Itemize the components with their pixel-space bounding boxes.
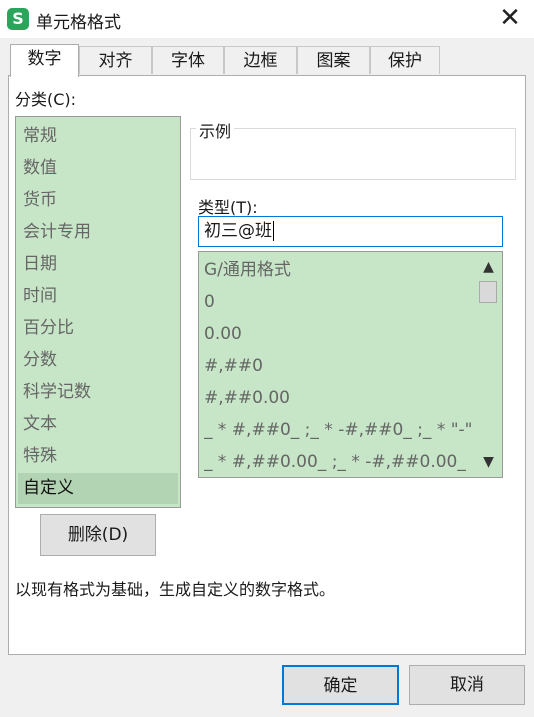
type-input[interactable]: 初三@班 bbox=[198, 216, 503, 247]
category-label: 分类(C): bbox=[15, 90, 77, 109]
title-bar: S 单元格格式 ✕ bbox=[0, 0, 534, 38]
description-text: 以现有格式为基础，生成自定义的数字格式。 bbox=[15, 580, 336, 599]
category-item[interactable]: 科学记数 bbox=[18, 377, 178, 408]
type-label: 类型(T): bbox=[198, 198, 258, 217]
category-item[interactable]: 分数 bbox=[18, 345, 178, 376]
text-caret bbox=[273, 221, 274, 241]
format-item[interactable]: #,##0 bbox=[204, 350, 472, 382]
type-input-value: 初三@班 bbox=[204, 221, 272, 241]
tab-alignment[interactable]: 对齐 bbox=[79, 46, 152, 74]
scroll-down-icon[interactable]: ▼ bbox=[475, 450, 502, 474]
category-item-selected[interactable]: 自定义 bbox=[18, 473, 178, 504]
category-item[interactable]: 日期 bbox=[18, 249, 178, 280]
tab-border[interactable]: 边框 bbox=[224, 46, 297, 74]
category-item[interactable]: 数值 bbox=[18, 153, 178, 184]
sample-label: 示例 bbox=[196, 118, 235, 142]
category-item[interactable]: 特殊 bbox=[18, 441, 178, 472]
scroll-up-icon[interactable]: ▲ bbox=[475, 255, 502, 279]
format-item[interactable]: G/通用格式 bbox=[204, 254, 472, 286]
format-item[interactable]: _ * #,##0_ ;_ * -#,##0_ ;_ * "-"_... bbox=[204, 414, 472, 446]
close-icon[interactable]: ✕ bbox=[490, 2, 530, 34]
format-item[interactable]: _ * #,##0.00_ ;_ * -#,##0.00_ ;_... bbox=[204, 446, 472, 478]
tab-pattern[interactable]: 图案 bbox=[297, 46, 370, 74]
category-item[interactable]: 时间 bbox=[18, 281, 178, 312]
category-item[interactable]: 常规 bbox=[18, 121, 178, 152]
category-item[interactable]: 货币 bbox=[18, 185, 178, 216]
delete-button[interactable]: 删除(D) bbox=[40, 514, 156, 556]
ok-button[interactable]: 确定 bbox=[282, 665, 399, 705]
tab-number[interactable]: 数字 bbox=[10, 44, 79, 77]
category-item[interactable]: 文本 bbox=[18, 409, 178, 440]
format-list[interactable]: G/通用格式 0 0.00 #,##0 #,##0.00 _ * #,##0_ … bbox=[198, 251, 503, 478]
format-item[interactable]: 0 bbox=[204, 286, 472, 318]
tab-bar: 数字 对齐 字体 边框 图案 保护 bbox=[0, 44, 534, 77]
cancel-button[interactable]: 取消 bbox=[409, 665, 525, 705]
tab-font[interactable]: 字体 bbox=[152, 46, 224, 74]
sample-box bbox=[190, 128, 516, 180]
window-title: 单元格格式 bbox=[36, 13, 121, 33]
scroll-thumb[interactable] bbox=[479, 281, 497, 303]
category-item[interactable]: 会计专用 bbox=[18, 217, 178, 248]
tab-protection[interactable]: 保护 bbox=[370, 46, 440, 74]
format-item[interactable]: 0.00 bbox=[204, 318, 472, 350]
category-item[interactable]: 百分比 bbox=[18, 313, 178, 344]
format-item[interactable]: #,##0.00 bbox=[204, 382, 472, 414]
format-list-scrollbar[interactable]: ▲ ▼ bbox=[475, 252, 502, 477]
app-logo-icon: S bbox=[7, 8, 29, 30]
category-list[interactable]: 常规 数值 货币 会计专用 日期 时间 百分比 分数 科学记数 文本 特殊 自定… bbox=[15, 116, 181, 508]
